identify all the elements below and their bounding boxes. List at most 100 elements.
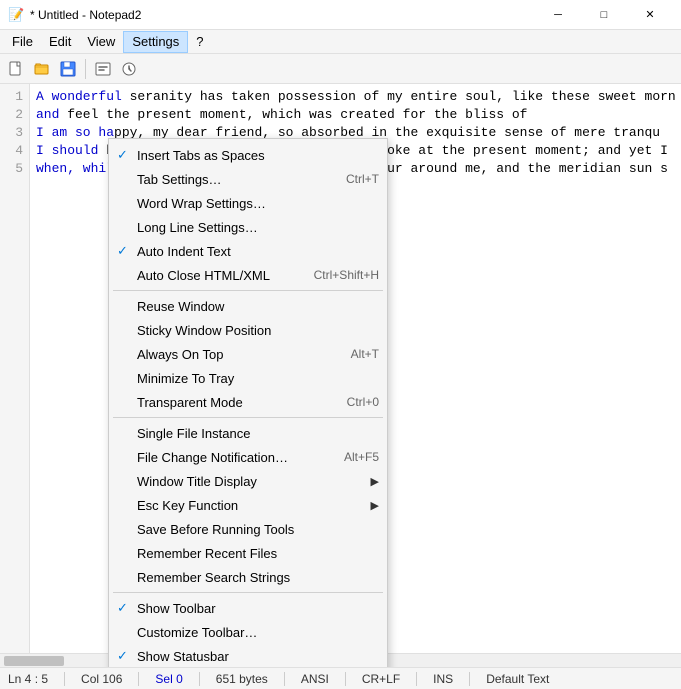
- label-sticky-window: Sticky Window Position: [137, 323, 271, 338]
- app-icon: 📝: [8, 7, 24, 23]
- label-show-toolbar: Show Toolbar: [137, 601, 216, 616]
- check-insert-tabs: ✓: [117, 147, 128, 163]
- label-esc-key: Esc Key Function: [137, 498, 238, 513]
- status-text-style: Default Text: [486, 672, 549, 686]
- menu-edit[interactable]: Edit: [41, 31, 79, 53]
- arrow-esc-key: ▶: [361, 499, 379, 512]
- status-position: Ln 4 : 5: [8, 672, 48, 686]
- menu-row-transparent-mode[interactable]: Transparent Mode Ctrl+0: [109, 390, 387, 414]
- separator-1: [113, 290, 383, 291]
- minimize-button[interactable]: ─: [535, 0, 581, 30]
- close-button[interactable]: ✕: [627, 0, 673, 30]
- menu-row-reuse-window[interactable]: Reuse Window: [109, 294, 387, 318]
- line-num-1: 1: [0, 88, 23, 106]
- status-encoding: ANSI: [301, 672, 329, 686]
- scrollbar-thumb[interactable]: [4, 656, 64, 666]
- extra-button-1[interactable]: [91, 57, 115, 81]
- editor-line-1: A wonderful seranity has taken possessio…: [36, 88, 675, 106]
- line-numbers: 1 2 3 4 5: [0, 84, 30, 653]
- menu-row-word-wrap[interactable]: Word Wrap Settings…: [109, 191, 387, 215]
- title-controls: ─ □ ✕: [535, 0, 673, 30]
- label-auto-indent: Auto Indent Text: [137, 244, 231, 259]
- menu-row-single-file[interactable]: Single File Instance: [109, 421, 387, 445]
- label-file-change: File Change Notification…: [137, 450, 288, 465]
- status-sep-7: [469, 672, 470, 686]
- menu-file[interactable]: File: [4, 31, 41, 53]
- separator-2: [113, 417, 383, 418]
- menu-row-remember-recent[interactable]: Remember Recent Files: [109, 541, 387, 565]
- status-col: Col 106: [81, 672, 122, 686]
- menu-row-customize-toolbar[interactable]: Customize Toolbar…: [109, 620, 387, 644]
- label-transparent-mode: Transparent Mode: [137, 395, 243, 410]
- status-bytes: 651 bytes: [216, 672, 268, 686]
- menu-row-show-toolbar[interactable]: ✓ Show Toolbar: [109, 596, 387, 620]
- content-area: 1 2 3 4 5 A wonderful seranity has taken…: [0, 84, 681, 667]
- label-always-on-top: Always On Top: [137, 347, 223, 362]
- menu-row-insert-tabs[interactable]: ✓ Insert Tabs as Spaces: [109, 143, 387, 167]
- menu-view[interactable]: View: [79, 31, 123, 53]
- menu-help[interactable]: ?: [188, 31, 211, 53]
- new-file-button[interactable]: [4, 57, 28, 81]
- label-minimize-tray: Minimize To Tray: [137, 371, 234, 386]
- extra-button-2[interactable]: [117, 57, 141, 81]
- menu-row-file-change[interactable]: File Change Notification… Alt+F5: [109, 445, 387, 469]
- editor-line-2: and feel the present moment, which was c…: [36, 106, 675, 124]
- check-show-statusbar: ✓: [117, 648, 128, 664]
- menu-settings[interactable]: Settings: [123, 31, 188, 53]
- menu-row-remember-search[interactable]: Remember Search Strings: [109, 565, 387, 589]
- menu-bar: File Edit View Settings ?: [0, 30, 681, 54]
- menu-row-show-statusbar[interactable]: ✓ Show Statusbar: [109, 644, 387, 667]
- label-single-file: Single File Instance: [137, 426, 250, 441]
- menu-row-minimize-tray[interactable]: Minimize To Tray: [109, 366, 387, 390]
- arrow-window-title: ▶: [361, 475, 379, 488]
- label-show-statusbar: Show Statusbar: [137, 649, 229, 664]
- menu-row-sticky-window[interactable]: Sticky Window Position: [109, 318, 387, 342]
- menu-row-auto-indent[interactable]: ✓ Auto Indent Text: [109, 239, 387, 263]
- shortcut-transparent-mode: Ctrl+0: [327, 395, 379, 409]
- status-insert-mode: INS: [433, 672, 453, 686]
- line-num-2: 2: [0, 106, 23, 124]
- separator-3: [113, 592, 383, 593]
- check-show-toolbar: ✓: [117, 600, 128, 616]
- status-sep-5: [345, 672, 346, 686]
- status-sep-6: [416, 672, 417, 686]
- status-sep-3: [199, 672, 200, 686]
- status-sep-4: [284, 672, 285, 686]
- menu-row-tab-settings[interactable]: Tab Settings… Ctrl+T: [109, 167, 387, 191]
- status-line-ending: CR+LF: [362, 672, 400, 686]
- app-window: 📝 * Untitled - Notepad2 ─ □ ✕ File Edit …: [0, 0, 681, 689]
- label-window-title: Window Title Display: [137, 474, 257, 489]
- check-auto-indent: ✓: [117, 243, 128, 259]
- label-tab-settings: Tab Settings…: [137, 172, 222, 187]
- title-bar: 📝 * Untitled - Notepad2 ─ □ ✕: [0, 0, 681, 30]
- label-customize-toolbar: Customize Toolbar…: [137, 625, 257, 640]
- open-file-button[interactable]: [30, 57, 54, 81]
- maximize-button[interactable]: □: [581, 0, 627, 30]
- menu-row-auto-close[interactable]: Auto Close HTML/XML Ctrl+Shift+H: [109, 263, 387, 287]
- status-sep-2: [138, 672, 139, 686]
- label-remember-recent: Remember Recent Files: [137, 546, 277, 561]
- menu-row-long-line[interactable]: Long Line Settings…: [109, 215, 387, 239]
- menu-row-save-before[interactable]: Save Before Running Tools: [109, 517, 387, 541]
- label-remember-search: Remember Search Strings: [137, 570, 290, 585]
- status-bar: Ln 4 : 5 Col 106 Sel 0 651 bytes ANSI CR…: [0, 667, 681, 689]
- settings-dropdown-menu: ✓ Insert Tabs as Spaces Tab Settings… Ct…: [108, 138, 388, 667]
- menu-row-always-on-top[interactable]: Always On Top Alt+T: [109, 342, 387, 366]
- save-file-button[interactable]: [56, 57, 80, 81]
- label-auto-close: Auto Close HTML/XML: [137, 268, 270, 283]
- line-num-4: 4: [0, 142, 23, 160]
- label-long-line: Long Line Settings…: [137, 220, 258, 235]
- menu-row-esc-key[interactable]: Esc Key Function ▶: [109, 493, 387, 517]
- toolbar-separator: [85, 59, 86, 79]
- window-title: * Untitled - Notepad2: [30, 8, 141, 22]
- label-insert-tabs: Insert Tabs as Spaces: [137, 148, 265, 163]
- line-num-5: 5: [0, 160, 23, 178]
- status-sep-1: [64, 672, 65, 686]
- toolbar: [0, 54, 681, 84]
- menu-row-window-title[interactable]: Window Title Display ▶: [109, 469, 387, 493]
- title-bar-left: 📝 * Untitled - Notepad2: [8, 7, 141, 23]
- label-reuse-window: Reuse Window: [137, 299, 224, 314]
- shortcut-always-on-top: Alt+T: [331, 347, 379, 361]
- shortcut-file-change: Alt+F5: [324, 450, 379, 464]
- line-num-3: 3: [0, 124, 23, 142]
